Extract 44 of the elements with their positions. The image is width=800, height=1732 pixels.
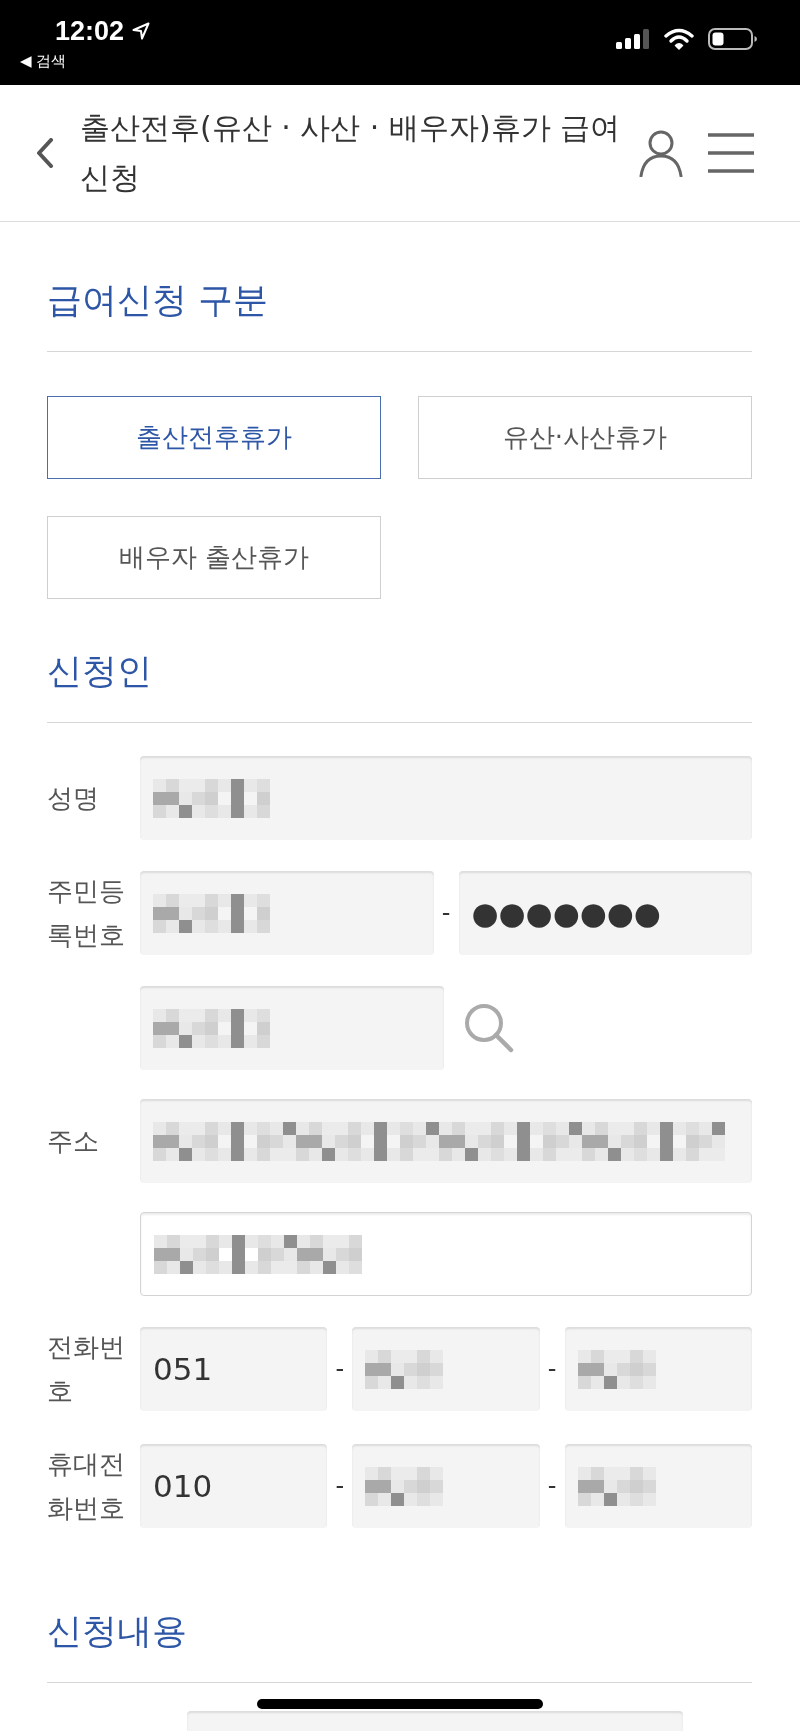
signal-icon <box>616 28 650 49</box>
search-button[interactable] <box>464 1003 514 1053</box>
field-label: 휴대전화번호 <box>47 1448 126 1525</box>
section-heading: 급여신청 구분 <box>47 279 752 352</box>
menu-icon <box>707 133 755 173</box>
leave-type-option[interactable]: 출산전후휴가 <box>47 396 381 479</box>
dash-separator: - <box>440 899 452 927</box>
field-label: 주민등록번호 <box>47 875 126 952</box>
dash-separator: - <box>546 1355 558 1383</box>
dash-separator: - <box>546 1472 558 1500</box>
input-field[interactable] <box>140 756 752 840</box>
leave-type-option[interactable]: 배우자 출산휴가 <box>47 516 381 599</box>
field-label: 주소 <box>47 1125 100 1158</box>
wifi-icon <box>664 27 694 50</box>
menu-button[interactable] <box>707 133 755 173</box>
dash-separator: - <box>334 1355 346 1383</box>
account-button[interactable] <box>639 129 683 177</box>
input-field[interactable] <box>140 986 444 1070</box>
clock-time: 12:02 <box>55 15 125 48</box>
field-label: 전화번호 <box>47 1331 126 1408</box>
search-icon <box>464 1003 514 1053</box>
person-icon <box>639 129 683 177</box>
input-field[interactable]: ●●●●●●● <box>458 871 752 955</box>
field-label: 성명 <box>47 782 100 815</box>
dash-separator: - <box>334 1472 346 1500</box>
chevron-left-icon <box>36 138 54 168</box>
input-field[interactable] <box>564 1327 752 1411</box>
input-field[interactable] <box>140 1099 752 1183</box>
input-field[interactable] <box>187 1711 683 1731</box>
section-heading: 신청내용 <box>47 1610 752 1683</box>
location-arrow-icon <box>132 22 151 40</box>
page-title: 출산전후(유산 · 사산 · 배우자)휴가 급여 신청 <box>80 109 622 197</box>
input-field[interactable]: 051 <box>140 1327 328 1411</box>
input-field[interactable] <box>140 1212 752 1296</box>
section-heading: 신청인 <box>47 650 752 723</box>
input-field[interactable] <box>140 871 434 955</box>
back-button[interactable] <box>36 138 54 168</box>
input-field[interactable]: 010 <box>140 1444 328 1528</box>
input-field[interactable] <box>564 1444 752 1528</box>
input-field[interactable] <box>352 1444 540 1528</box>
back-to-app-link[interactable]: ◀ 검색 <box>20 51 151 71</box>
battery-icon <box>708 27 758 50</box>
input-field[interactable] <box>352 1327 540 1411</box>
leave-type-option[interactable]: 유산·사산휴가 <box>418 396 752 479</box>
